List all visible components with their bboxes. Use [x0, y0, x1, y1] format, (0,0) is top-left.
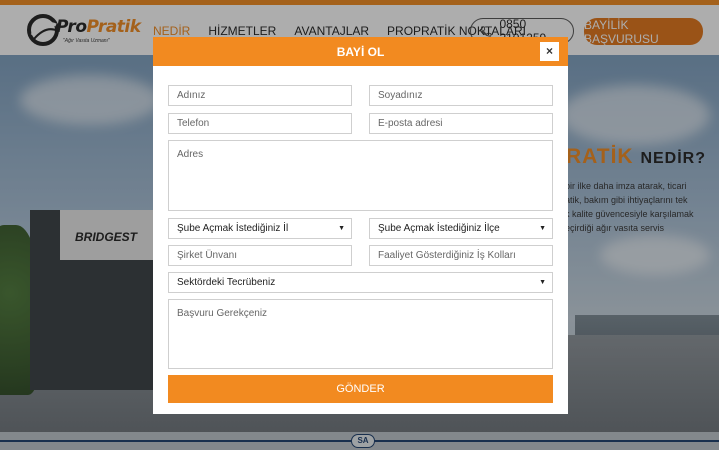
- caret-down-icon: ▼: [539, 279, 546, 286]
- last-name-input[interactable]: Soyadınız: [369, 85, 553, 106]
- caret-down-icon: ▼: [338, 225, 345, 232]
- district-select-value: Şube Açmak İstediğiniz İlçe: [378, 223, 500, 234]
- city-select[interactable]: Şube Açmak İstediğiniz İl ▼: [168, 218, 352, 239]
- close-button[interactable]: ×: [540, 42, 559, 61]
- activity-input[interactable]: Faaliyet Gösterdiğiniz İş Kolları: [369, 245, 553, 266]
- reason-textarea[interactable]: Başvuru Gerekçeniz: [168, 299, 553, 369]
- submit-button[interactable]: GÖNDER: [168, 375, 553, 403]
- district-select[interactable]: Şube Açmak İstediğiniz İlçe ▼: [369, 218, 553, 239]
- first-name-input[interactable]: Adınız: [168, 85, 352, 106]
- dealer-modal: BAYİ OL × Adınız Soyadınız Telefon E-pos…: [153, 37, 568, 414]
- caret-down-icon: ▼: [539, 225, 546, 232]
- modal-title: BAYİ OL: [336, 45, 385, 59]
- email-input[interactable]: E-posta adresi: [369, 113, 553, 134]
- city-select-value: Şube Açmak İstediğiniz İl: [177, 223, 289, 234]
- experience-select-value: Sektördeki Tecrübeniz: [177, 277, 276, 288]
- company-input[interactable]: Şirket Ünvanı: [168, 245, 352, 266]
- address-textarea[interactable]: Adres: [168, 140, 553, 211]
- experience-select[interactable]: Sektördeki Tecrübeniz ▼: [168, 272, 553, 293]
- phone-input[interactable]: Telefon: [168, 113, 352, 134]
- modal-header: BAYİ OL ×: [153, 37, 568, 66]
